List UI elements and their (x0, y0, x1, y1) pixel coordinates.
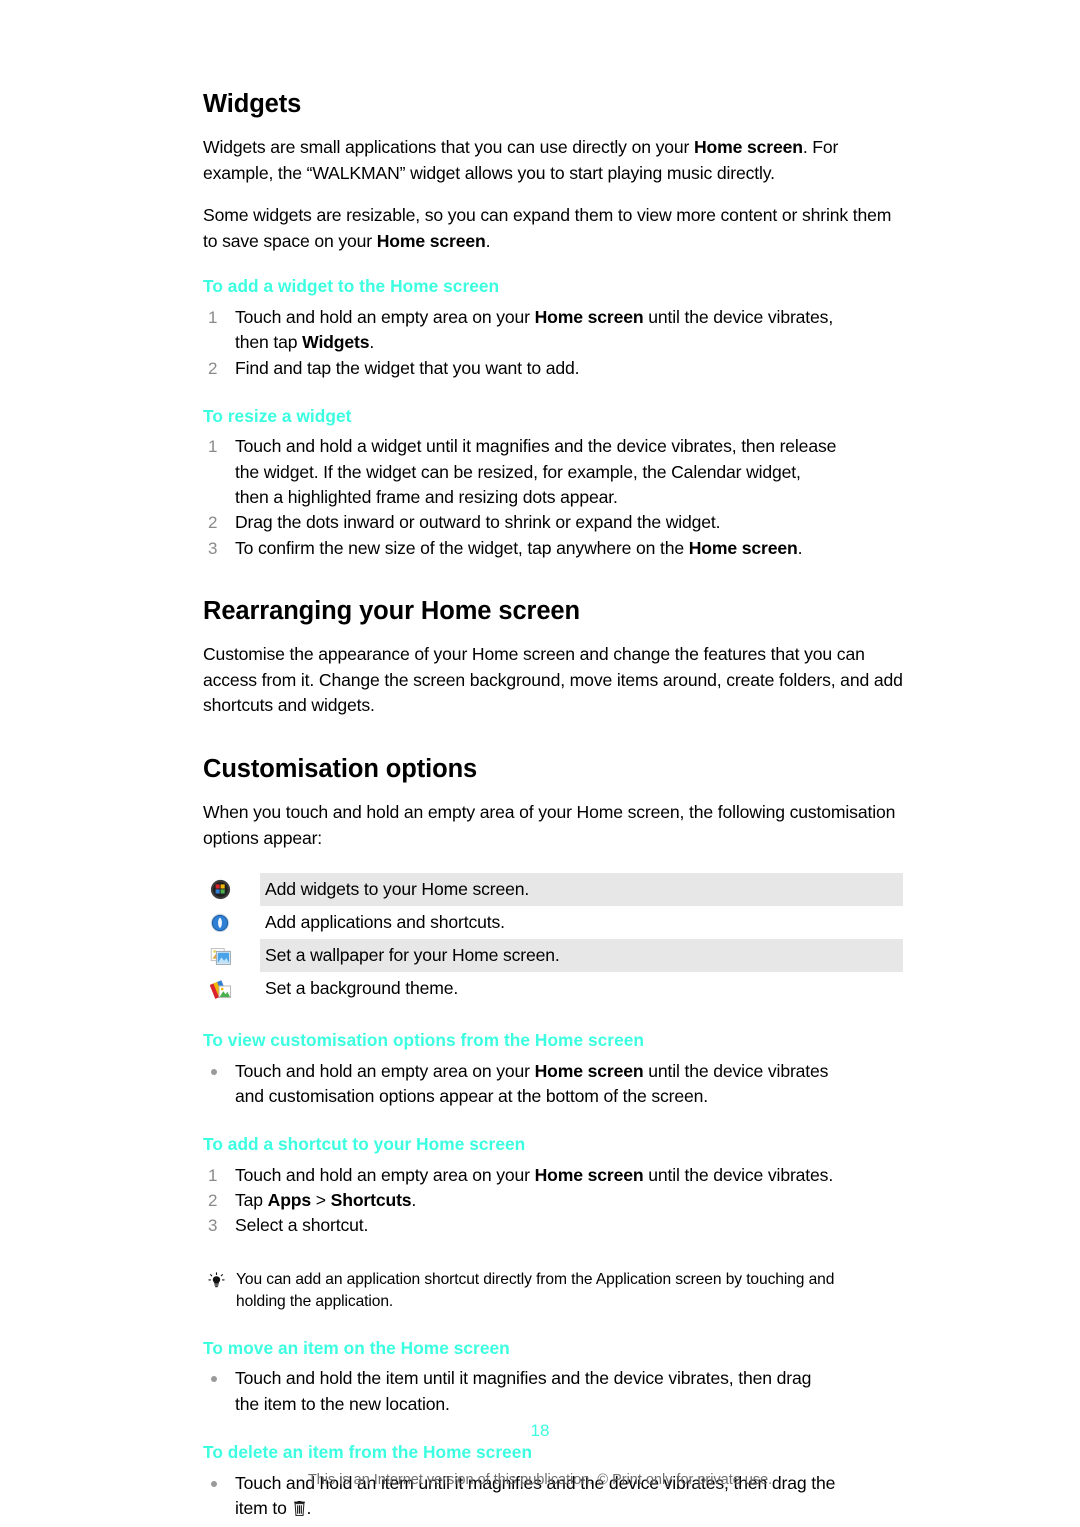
procedure-heading-add-shortcut: To add a shortcut to your Home screen (203, 1134, 526, 1155)
table-row: Set a wallpaper for your Home screen. (203, 939, 903, 973)
lightbulb-icon (208, 1269, 236, 1313)
list-item: 2 Drag the dots inward or outward to shr… (203, 510, 903, 535)
step-text: Touch and hold an empty area on your Hom… (235, 306, 834, 353)
wallpaper-icon (203, 945, 260, 967)
procedure-heading-add-widget: To add a widget to the Home screen (203, 276, 500, 297)
step-text: Tap Apps > Shortcuts. (235, 1190, 417, 1211)
step-marker: 1 (208, 307, 218, 327)
procedure-heading-move-item: To move an item on the Home screen (203, 1337, 510, 1358)
list-item: 1 Touch and hold an empty area on your H… (203, 305, 903, 356)
steps-add-widget: 1 Touch and hold an empty area on your H… (203, 305, 903, 381)
table-row: Add applications and shortcuts. (203, 906, 903, 939)
list-item: Touch and hold an empty area on your Hom… (203, 1059, 903, 1110)
list-item: 1 Touch and hold a widget until it magni… (203, 434, 903, 510)
step-text: Find and tap the widget that you want to… (235, 357, 580, 378)
list-item: 1 Touch and hold an empty area on your H… (203, 1163, 903, 1188)
step-text: Select a shortcut. (235, 1215, 369, 1236)
step-text: Touch and hold an empty area on your Hom… (235, 1060, 829, 1106)
page-title-rearranging: Rearranging your Home screen (203, 596, 580, 625)
option-label: Set a wallpaper for your Home screen. (265, 945, 560, 966)
widgets-icon (203, 879, 260, 900)
list-item: 2 Tap Apps > Shortcuts. (203, 1188, 903, 1213)
option-label: Add applications and shortcuts. (265, 912, 505, 933)
tip-text: You can add an application shortcut dire… (236, 1270, 835, 1310)
table-row: Add widgets to your Home screen. (203, 873, 903, 907)
widgets-paragraph-1: Widgets are small applications that you … (203, 137, 839, 183)
list-item: 3 To confirm the new size of the widget,… (203, 536, 903, 561)
customisation-options-table: Add widgets to your Home screen. Add app… (203, 873, 903, 1005)
list-item: Touch and hold the item until it magnifi… (203, 1366, 903, 1417)
rearranging-paragraph: Customise the appearance of your Home sc… (203, 644, 903, 716)
step-text: Touch and hold a widget until it magnifi… (235, 436, 837, 508)
page-number: 18 (530, 1421, 550, 1440)
step-text: Touch and hold an empty area on your Hom… (235, 1164, 834, 1185)
step-text: Drag the dots inward or outward to shrin… (235, 512, 721, 533)
list-item: 3 Select a shortcut. (203, 1213, 903, 1238)
bullet-icon (211, 1376, 217, 1383)
widgets-paragraph-2: Some widgets are resizable, so you can e… (203, 205, 892, 251)
page-title-customisation: Customisation options (203, 754, 478, 783)
trash-bin-icon (293, 1500, 306, 1516)
procedure-heading-resize-widget: To resize a widget (203, 405, 352, 426)
step-marker: 3 (208, 538, 218, 558)
document-page: Widgets Widgets are small applications t… (0, 0, 1080, 1527)
step-marker: 2 (208, 358, 218, 378)
step-marker: 2 (208, 513, 218, 533)
step-marker: 2 (208, 1191, 218, 1211)
step-marker: 1 (208, 1165, 218, 1185)
steps-view-customisation: Touch and hold an empty area on your Hom… (203, 1059, 903, 1110)
page-title-widgets: Widgets (203, 90, 302, 118)
step-marker: 3 (208, 1216, 218, 1236)
steps-move-item: Touch and hold the item until it magnifi… (203, 1366, 903, 1417)
apps-icon (203, 913, 260, 933)
step-marker: 1 (208, 437, 218, 457)
table-row: Set a background theme. (203, 972, 903, 1005)
step-text: To confirm the new size of the widget, t… (235, 537, 803, 558)
steps-resize-widget: 1 Touch and hold a widget until it magni… (203, 434, 903, 560)
bullet-icon (211, 1068, 217, 1075)
list-item: 2 Find and tap the widget that you want … (203, 356, 903, 381)
page-content: Widgets Widgets are small applications t… (203, 90, 903, 1521)
option-label: Add widgets to your Home screen. (265, 879, 530, 900)
theme-icon (203, 978, 260, 1000)
step-text: Touch and hold the item until it magnifi… (235, 1368, 812, 1414)
footer-note: This is an Internet version of this publ… (307, 1472, 773, 1488)
customisation-paragraph: When you touch and hold an empty area of… (203, 802, 896, 848)
option-label: Set a background theme. (265, 978, 459, 999)
procedure-heading-delete-item: To delete an item from the Home screen (203, 1441, 533, 1462)
steps-add-shortcut: 1 Touch and hold an empty area on your H… (203, 1163, 903, 1239)
procedure-heading-view-customisation: To view customisation options from the H… (203, 1030, 645, 1051)
tip-note: You can add an application shortcut dire… (203, 1269, 903, 1313)
